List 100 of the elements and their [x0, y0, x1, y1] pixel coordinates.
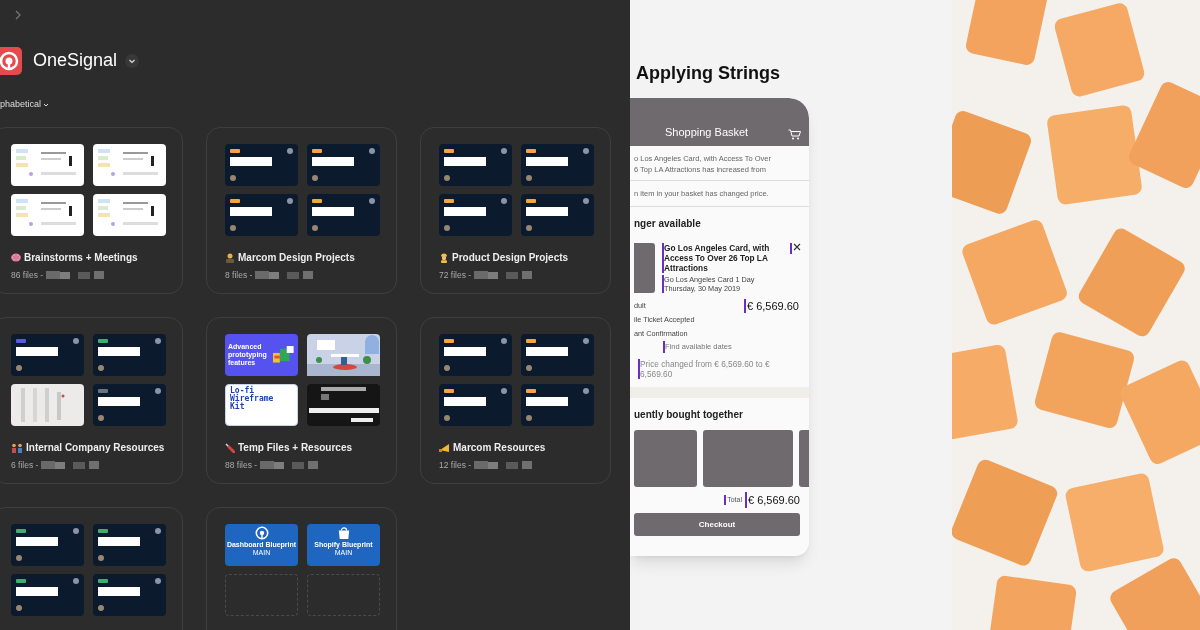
- project-title: Brainstorms + Meetings: [24, 251, 138, 265]
- file-thumbnail[interactable]: [439, 384, 512, 426]
- avatar-icon: [16, 555, 22, 561]
- thumbnail-drawing[interactable]: [11, 144, 84, 186]
- file-thumbnail[interactable]: [93, 384, 166, 426]
- redacted-drawing: [474, 461, 535, 470]
- avatar-icon: [98, 555, 104, 561]
- brain-icon: [11, 253, 21, 262]
- file-thumbnail[interactable]: Lo-fi Wireframe Kit: [225, 384, 298, 426]
- avatar-icon: [526, 175, 532, 181]
- project-card[interactable]: Marcom Resources 12 files -: [420, 317, 611, 484]
- thumbnail-drawing[interactable]: [307, 334, 380, 376]
- file-thumbnail[interactable]: [521, 384, 594, 426]
- file-thumbnail[interactable]: [521, 194, 594, 236]
- redacted-bar: [444, 347, 486, 356]
- caret-icon[interactable]: [43, 102, 50, 108]
- avatar-icon: [98, 365, 104, 371]
- status-icon: [155, 578, 161, 584]
- status-icon: [501, 148, 507, 154]
- file-count: 86 files -: [11, 269, 44, 282]
- worker-icon: [439, 252, 449, 263]
- product-tile[interactable]: [634, 429, 697, 487]
- status-icon: [73, 578, 79, 584]
- file-thumbnail[interactable]: [439, 144, 512, 186]
- checkout-button[interactable]: Checkout: [634, 513, 800, 536]
- file-thumbnail[interactable]: [439, 334, 512, 376]
- redacted-drawing: [260, 461, 321, 470]
- cart-icon[interactable]: [788, 129, 801, 140]
- avatar-icon: [444, 415, 450, 421]
- redacted-bar: [230, 157, 272, 166]
- project-title: Product Design Projects: [452, 251, 569, 265]
- avatar-icon: [98, 415, 104, 421]
- screwdriver-icon: [225, 442, 235, 453]
- horn-icon: [439, 442, 450, 453]
- page-title: Applying Strings: [636, 62, 781, 84]
- thumbnail-drawing[interactable]: [93, 194, 166, 236]
- status-icon: [73, 338, 79, 344]
- redacted-bar: [444, 207, 486, 216]
- caret-icon[interactable]: [125, 53, 140, 68]
- avatar-icon: [526, 415, 532, 421]
- file-count: 88 files -: [225, 459, 258, 472]
- redacted-bar: [526, 207, 568, 216]
- thumbnail-drawing[interactable]: [11, 384, 84, 426]
- thumbnail-drawing[interactable]: [307, 384, 380, 426]
- price-text: € 6,569.60: [744, 299, 799, 314]
- file-thumbnail[interactable]: [307, 144, 380, 186]
- file-thumbnail[interactable]: [93, 574, 166, 616]
- avatar-icon: [526, 365, 532, 371]
- project-title: Marcom Design Projects: [238, 251, 355, 265]
- status-icon: [501, 388, 507, 394]
- status-icon: [583, 148, 589, 154]
- project-card[interactable]: Product Design Projects 72 files -: [420, 127, 611, 294]
- redacted-bar: [526, 347, 568, 356]
- status-icon: [155, 338, 161, 344]
- thumbnail-drawing[interactable]: [93, 144, 166, 186]
- file-count: 8 files -: [225, 269, 253, 282]
- file-thumbnail[interactable]: [521, 144, 594, 186]
- status-icon: [155, 528, 161, 534]
- avatar-icon: [16, 605, 22, 611]
- person-icon: [225, 252, 235, 263]
- file-thumbnail[interactable]: [307, 194, 380, 236]
- file-thumbnail[interactable]: [93, 524, 166, 566]
- thumbnail-drawing[interactable]: [11, 194, 84, 236]
- file-thumbnail[interactable]: [11, 334, 84, 376]
- redacted-bar: [230, 207, 272, 216]
- redacted-bar: [312, 157, 354, 166]
- avatar-icon: [98, 605, 104, 611]
- file-thumbnail[interactable]: [521, 334, 594, 376]
- status-icon: [583, 198, 589, 204]
- file-thumbnail[interactable]: [225, 144, 298, 186]
- redacted-bar: [98, 587, 140, 596]
- file-thumbnail[interactable]: [439, 194, 512, 236]
- logo-icon: [254, 526, 269, 540]
- status-icon: [583, 338, 589, 344]
- status-icon: [369, 198, 375, 204]
- file-thumbnail[interactable]: [11, 574, 84, 616]
- redacted-bar: [98, 347, 140, 356]
- redacted-drawing: [474, 271, 535, 280]
- avatar-icon: [230, 175, 236, 181]
- status-icon: [155, 388, 161, 394]
- status-icon: [287, 148, 293, 154]
- project-title: Internal Company Resources: [26, 441, 165, 455]
- chevron-right-icon[interactable]: [15, 10, 22, 20]
- status-icon: [369, 148, 375, 154]
- header-title: Shopping Basket: [665, 124, 749, 140]
- project-title: Marcom Resources: [453, 441, 546, 455]
- redacted-bar: [444, 397, 486, 406]
- status-icon: [287, 198, 293, 204]
- product-tile[interactable]: [703, 429, 793, 487]
- redacted-bar: [312, 207, 354, 216]
- project-card[interactable]: Marcom Design Projects 8 files -: [206, 127, 397, 294]
- avatar-icon: [526, 225, 532, 231]
- file-count: 72 files -: [439, 269, 472, 282]
- sort-label[interactable]: phabetical: [0, 98, 42, 112]
- avatar-icon: [230, 225, 236, 231]
- file-thumbnail[interactable]: [93, 334, 166, 376]
- file-thumbnail[interactable]: [11, 524, 84, 566]
- file-thumbnail[interactable]: [225, 194, 298, 236]
- close-icon[interactable]: [790, 243, 801, 255]
- product-image: [634, 243, 655, 294]
